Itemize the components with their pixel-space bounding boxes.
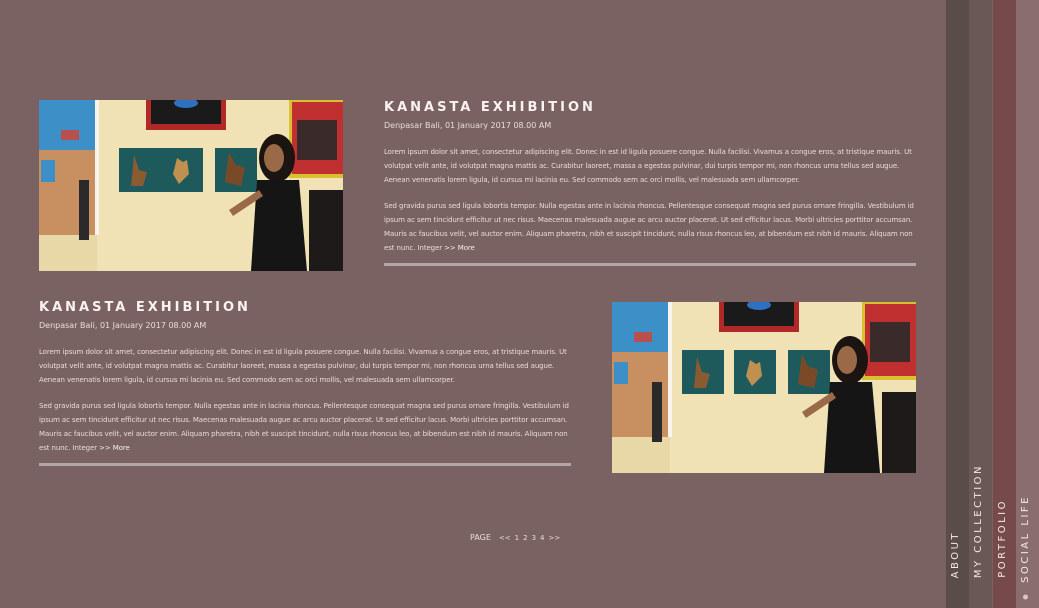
post-title[interactable]: KANASTA EXHIBITION xyxy=(384,100,916,116)
pagination-label: PAGE xyxy=(470,533,491,542)
post-paragraph: Lorem ipsum dolor sit amet, consectetur … xyxy=(384,148,912,184)
prev-page-link[interactable]: << xyxy=(499,534,511,542)
post-text: KANASTA EXHIBITION Denpasar Bali, 01 Jan… xyxy=(384,100,916,266)
page-links: << 1 2 3 4 >> xyxy=(499,534,560,542)
post-meta: Denpasar Bali, 01 January 2017 08.00 AM xyxy=(384,121,552,130)
active-dot-icon xyxy=(1023,595,1029,600)
nav-portfolio[interactable]: PORTFOLIO xyxy=(993,0,1016,608)
nav-about-label: ABOUT xyxy=(950,530,961,578)
exhibition-photo[interactable] xyxy=(39,100,343,271)
exhibition-photo-image xyxy=(39,100,343,271)
post-paragraph: Sed gravida purus sed ligula lobortis te… xyxy=(39,399,571,455)
exhibition-photo-image xyxy=(612,302,916,473)
post-divider xyxy=(39,463,571,466)
read-more-link[interactable]: >> More xyxy=(444,244,475,252)
post-meta: Denpasar Bali, 01 January 2017 08.00 AM xyxy=(39,321,207,330)
nav-my-collection[interactable]: MY COLLECTION xyxy=(969,0,992,608)
main-content: KANASTA EXHIBITION Denpasar Bali, 01 Jan… xyxy=(0,0,946,608)
nav-social-life-label: SOCIAL LIFE xyxy=(1020,495,1031,600)
post-text: KANASTA EXHIBITION Denpasar Bali, 01 Jan… xyxy=(39,300,571,466)
exhibition-photo[interactable] xyxy=(612,302,916,473)
nav-social-life-text: SOCIAL LIFE xyxy=(1020,495,1031,584)
page-link-2[interactable]: 2 xyxy=(523,534,527,542)
nav-portfolio-label: PORTFOLIO xyxy=(997,499,1008,578)
nav-about[interactable]: ABOUT xyxy=(946,0,969,608)
post-title[interactable]: KANASTA EXHIBITION xyxy=(39,300,571,316)
nav-my-collection-label: MY COLLECTION xyxy=(973,463,984,578)
pagination: PAGE << 1 2 3 4 >> xyxy=(470,533,560,542)
page-link-3[interactable]: 3 xyxy=(532,534,536,542)
post-paragraph: Sed gravida purus sed ligula lobortis te… xyxy=(384,199,916,255)
read-more-link[interactable]: >> More xyxy=(99,444,130,452)
page-link-1[interactable]: 1 xyxy=(515,534,519,542)
post-divider xyxy=(384,263,916,266)
next-page-link[interactable]: >> xyxy=(549,534,561,542)
nav-social-life[interactable]: SOCIAL LIFE xyxy=(1016,0,1039,608)
post-paragraph: Lorem ipsum dolor sit amet, consectetur … xyxy=(39,348,567,384)
page-link-4[interactable]: 4 xyxy=(540,534,544,542)
